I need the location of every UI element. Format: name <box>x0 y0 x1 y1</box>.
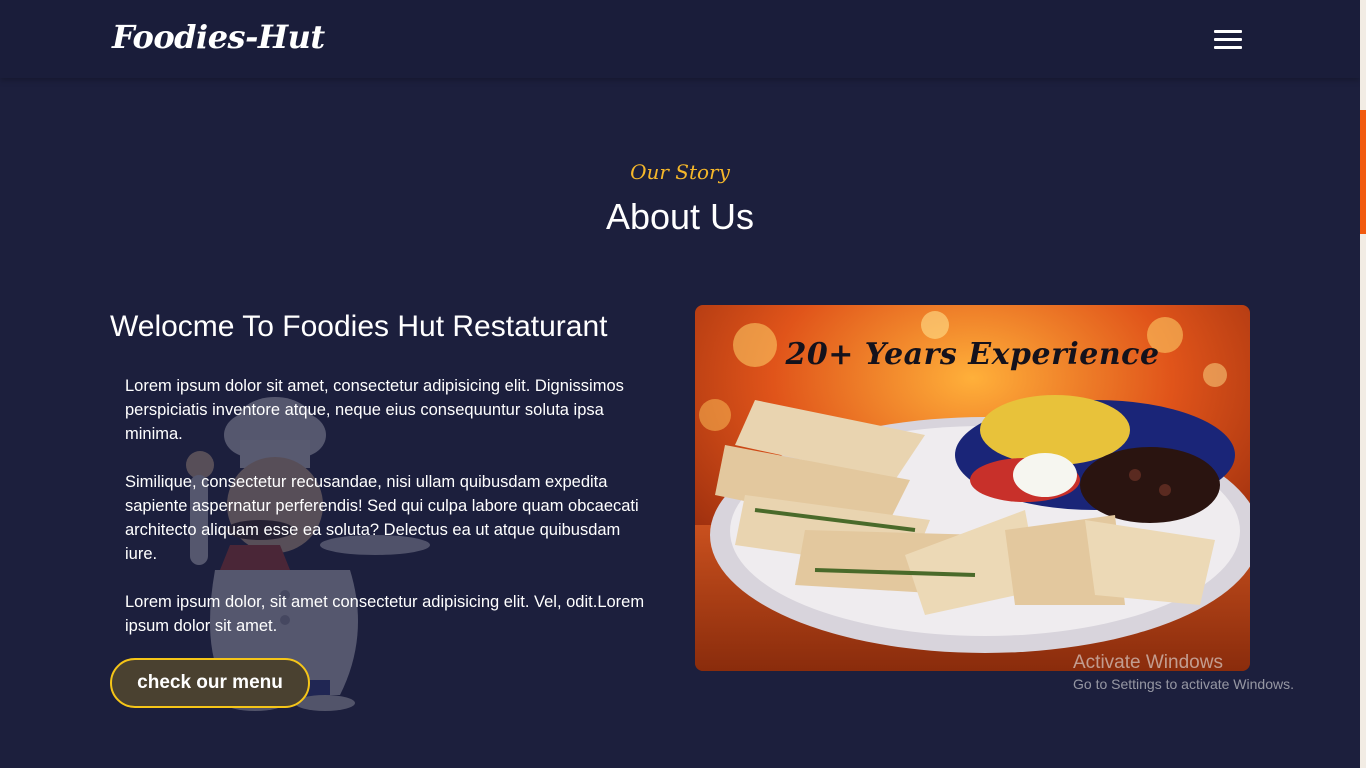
hamburger-line <box>1214 46 1242 49</box>
windows-activation-subtitle: Go to Settings to activate Windows. <box>1073 676 1294 692</box>
welcome-heading: Welocme To Foodies Hut Restaturant <box>110 310 608 343</box>
section-title: About Us <box>605 196 755 237</box>
hamburger-line <box>1214 38 1242 41</box>
check-menu-button[interactable]: check our menu <box>110 658 310 708</box>
about-paragraph: Lorem ipsum dolor sit amet, consectetur … <box>125 377 624 443</box>
hamburger-menu-icon[interactable] <box>1214 30 1242 50</box>
food-photo: 20+ Years Experience <box>695 305 1250 671</box>
about-paragraph: Lorem ipsum dolor, sit amet consectetur … <box>125 593 645 635</box>
navbar: Foodies-Hut <box>0 0 1360 78</box>
section-kicker: Our Story <box>630 160 730 184</box>
hamburger-line <box>1214 30 1242 33</box>
scrollbar-thumb[interactable] <box>1360 110 1366 234</box>
about-paragraph: Similique, consectetur recusandae, nisi … <box>125 473 639 563</box>
photo-caption: 20+ Years Experience <box>785 337 1160 372</box>
windows-activation-title: Activate Windows <box>1073 652 1223 673</box>
site-logo[interactable]: Foodies-Hut <box>112 18 325 56</box>
